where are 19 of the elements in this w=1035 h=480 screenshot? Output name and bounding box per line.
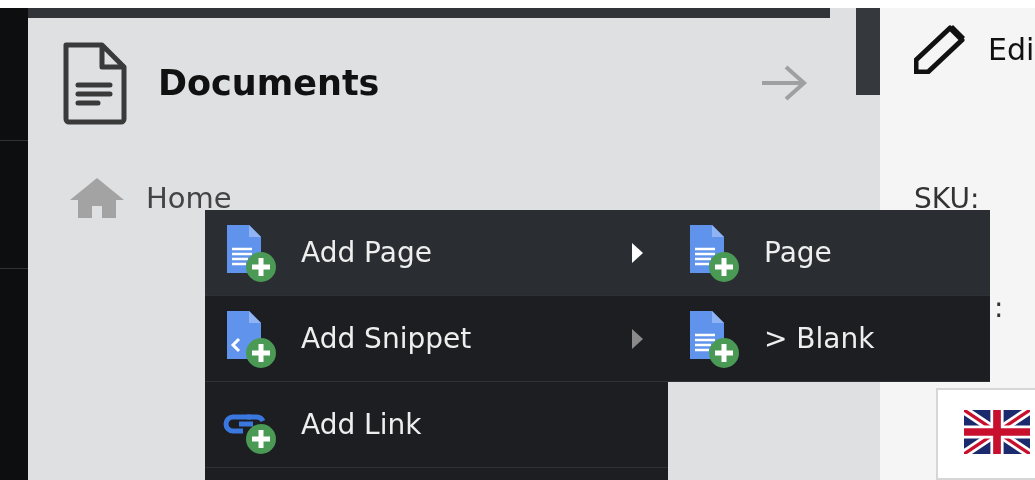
menu-item[interactable]: Add Link: [205, 382, 668, 468]
arrow-right-icon[interactable]: [760, 63, 808, 103]
menu-item[interactable]: Add Page: [205, 210, 668, 296]
pencil-icon: [914, 24, 966, 74]
menu-label: Page: [764, 236, 833, 269]
menu-item[interactable]: Page: [668, 210, 990, 296]
menu-item[interactable]: > Blank: [668, 296, 990, 382]
editor-title: Edi: [988, 31, 1035, 67]
menu-label: > Blank: [764, 322, 876, 355]
home-icon: [70, 178, 124, 218]
scrollbar-thumb[interactable]: [856, 8, 880, 95]
field-label: :: [994, 291, 1005, 324]
menu-label: Add Page: [301, 236, 433, 269]
document-icon: [62, 41, 128, 125]
menu-item[interactable]: Add Snippet: [205, 296, 668, 382]
menu-label: Add Snippet: [301, 322, 473, 355]
flag-icon[interactable]: [964, 410, 1030, 454]
menu-label: Add Link: [301, 408, 423, 441]
sidebar-title: Documents: [158, 63, 381, 103]
